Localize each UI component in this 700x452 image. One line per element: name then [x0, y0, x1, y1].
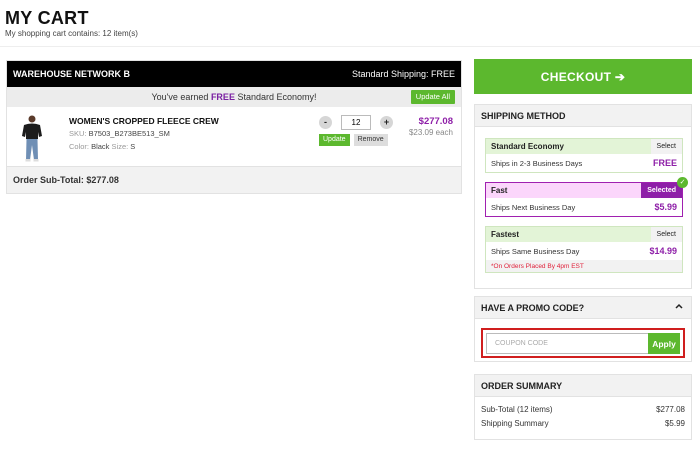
shipping-option-name: Standard Economy: [491, 142, 564, 151]
promo-code-panel: HAVE A PROMO CODE? Apply: [474, 296, 692, 362]
quantity-control: - + Update Remove: [319, 115, 393, 146]
promo-code-header[interactable]: HAVE A PROMO CODE?: [475, 297, 691, 319]
shipping-option-standard[interactable]: Standard Economy Select Ships in 2-3 Bus…: [485, 138, 683, 173]
cart-count-text: My shopping cart contains: 12 item(s): [5, 29, 138, 38]
size-label: Size:: [109, 142, 131, 151]
summary-row-subtotal: Sub-Total (12 items) $277.08: [475, 402, 691, 416]
increase-quantity-button[interactable]: +: [380, 116, 393, 129]
item-unit-price: $23.09 each: [408, 128, 453, 137]
product-name[interactable]: WOMEN'S CROPPED FLEECE CREW: [69, 116, 219, 126]
color-value: Black: [91, 142, 110, 151]
summary-label: Shipping Summary: [481, 418, 549, 428]
shipping-option-name: Fast: [491, 186, 508, 195]
shipping-option-desc: Ships in 2-3 Business Days: [491, 158, 583, 168]
decrease-quantity-button[interactable]: -: [319, 116, 332, 129]
summary-value: $277.08: [656, 404, 685, 414]
quantity-input[interactable]: [341, 115, 371, 130]
product-image[interactable]: [19, 114, 45, 162]
select-button[interactable]: Select: [650, 139, 682, 154]
page-header: MY CART My shopping cart contains: 12 it…: [5, 8, 138, 38]
shipping-option-desc: Ships Same Business Day: [491, 246, 580, 256]
warehouse-name: WAREHOUSE NETWORK B: [13, 69, 130, 79]
remove-item-button[interactable]: Remove: [353, 134, 388, 146]
checkout-button[interactable]: CHECKOUT ➔: [474, 59, 692, 94]
apply-coupon-button[interactable]: Apply: [648, 333, 680, 354]
warehouse-bar: WAREHOUSE NETWORK B Standard Shipping: F…: [7, 61, 461, 87]
shipping-option-desc: Ships Next Business Day: [491, 202, 576, 212]
shipping-option-price: $14.99: [649, 246, 677, 256]
shipping-option-price: FREE: [652, 158, 677, 168]
warehouse-shipping: Standard Shipping: FREE: [351, 69, 455, 79]
summary-value: $5.99: [664, 418, 685, 428]
sku-label: SKU:: [69, 129, 89, 138]
page-title: MY CART: [5, 8, 89, 28]
product-sku: SKU: B7503_B273BE513_SM: [69, 129, 170, 138]
coupon-form: Apply: [481, 328, 685, 358]
banner-text: You've earned FREE Standard Economy!: [152, 92, 317, 102]
selected-badge: Selected: [641, 183, 682, 198]
promo-code-title: HAVE A PROMO CODE?: [481, 302, 585, 313]
shipping-option-fastest[interactable]: Fastest Select Ships Same Business Day $…: [485, 226, 683, 273]
coupon-code-input[interactable]: [486, 333, 648, 354]
banner-suffix: Standard Economy!: [234, 92, 317, 102]
header-divider: [0, 46, 700, 47]
update-item-button[interactable]: Update: [319, 134, 350, 146]
shipping-method-title: SHIPPING METHOD: [475, 105, 691, 127]
shipping-option-name: Fastest: [491, 230, 520, 239]
product-attributes: Color: Black Size: S: [69, 142, 135, 151]
item-price: $277.08 $23.09 each: [409, 116, 453, 137]
color-label: Color:: [69, 142, 92, 151]
size-value: S: [130, 142, 136, 151]
order-summary-title: ORDER SUMMARY: [475, 375, 691, 397]
select-button[interactable]: Select: [650, 227, 682, 242]
shipping-method-panel: SHIPPING METHOD Standard Economy Select …: [474, 104, 692, 289]
banner-free: FREE: [210, 92, 235, 102]
order-subtotal: Order Sub-Total: $277.08: [7, 167, 461, 193]
item-total-price: $277.08: [418, 116, 453, 127]
chevron-up-icon[interactable]: [675, 303, 683, 309]
shipping-option-price: $5.99: [654, 202, 677, 212]
banner-prefix: You've earned: [151, 92, 211, 102]
update-all-button[interactable]: Update All: [410, 90, 455, 104]
sku-value: B7503_B273BE513_SM: [88, 129, 170, 138]
summary-label: Sub-Total (12 items): [481, 404, 553, 414]
order-summary-panel: ORDER SUMMARY Sub-Total (12 items) $277.…: [474, 374, 692, 440]
summary-row-shipping: Shipping Summary $5.99: [475, 416, 691, 430]
shipping-cutoff-note: *On Orders Placed By 4pm EST: [486, 260, 682, 272]
cart-panel: WAREHOUSE NETWORK B Standard Shipping: F…: [6, 60, 462, 194]
shipping-option-fast[interactable]: ✓ Fast Selected Ships Next Business Day …: [485, 177, 688, 217]
cart-item: WOMEN'S CROPPED FLEECE CREW SKU: B7503_B…: [7, 107, 461, 167]
free-shipping-banner: You've earned FREE Standard Economy! Upd…: [7, 87, 461, 107]
check-icon: ✓: [677, 177, 688, 188]
